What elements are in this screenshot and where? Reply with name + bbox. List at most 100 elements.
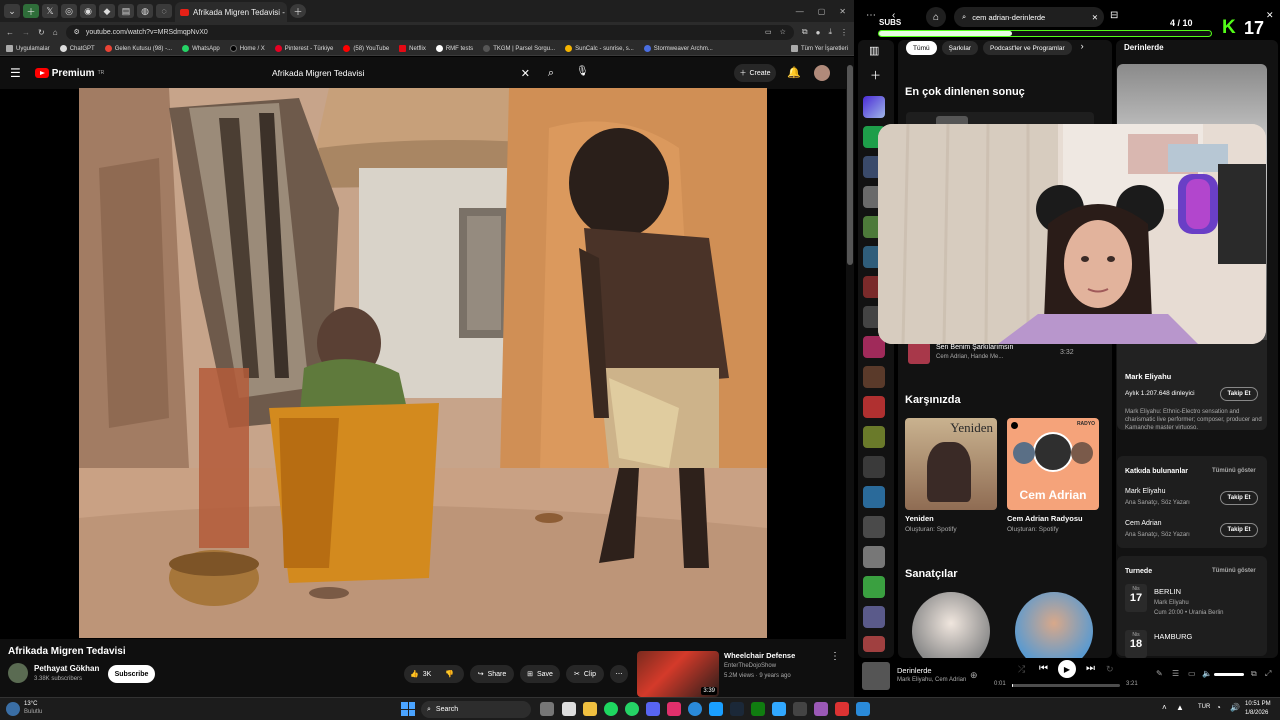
bookmark-item-7[interactable]: Netflix — [399, 45, 426, 52]
weather-temp[interactable]: 13°C — [24, 701, 37, 707]
site-info-icon[interactable]: ⚙ — [74, 28, 80, 36]
save-button[interactable]: ⊞ Save — [520, 665, 560, 683]
library-item-15[interactable] — [863, 546, 885, 568]
recommended-video-channel[interactable]: EnterTheDojoShow — [724, 663, 776, 669]
weather-desc[interactable]: Bulutlu — [24, 709, 42, 715]
lyrics-icon[interactable]: ✎ — [1156, 669, 1163, 678]
steam-taskbar-icon[interactable] — [730, 702, 744, 716]
bookmark-item-4[interactable]: Home / X — [229, 45, 265, 52]
taskbar-app-3[interactable] — [667, 702, 681, 716]
scrollbar-thumb[interactable] — [847, 65, 853, 265]
maximize-icon[interactable]: ▢ — [818, 7, 826, 16]
library-item-10[interactable] — [863, 396, 885, 418]
pinned-tab-6[interactable]: ▤ — [118, 4, 134, 18]
song-row-title[interactable]: Sen Benim Şarkılarımsın — [936, 344, 1013, 351]
file-explorer-icon[interactable] — [583, 702, 597, 716]
create-button[interactable]: ＋ Create — [734, 64, 776, 82]
library-item-17[interactable] — [863, 606, 885, 628]
new-tab-button[interactable]: ＋ — [290, 4, 306, 18]
account-avatar[interactable] — [814, 65, 830, 81]
credit-name-2[interactable]: Cem Adrian — [1125, 520, 1162, 527]
pinned-tab-3[interactable]: ◎ — [61, 4, 77, 18]
card-radio-title[interactable]: Cem Adrian Radyosu — [1007, 514, 1083, 523]
about-artist-name[interactable]: Mark Eliyahu — [1125, 372, 1171, 381]
clear-search-icon[interactable]: ✕ — [521, 67, 530, 80]
youtube-search-input[interactable]: Afrikada Migren Tedavisi ✕ ⌕ — [264, 62, 562, 84]
all-bookmarks-folder[interactable]: Tüm Yer İşaretleri — [790, 45, 848, 52]
bookmark-star-icon[interactable]: ☆ — [780, 28, 786, 36]
cast-icon[interactable]: ▭ — [765, 28, 772, 36]
home-icon[interactable]: ⌂ — [53, 28, 58, 37]
bookmark-item-9[interactable]: TKGM | Parsel Sorgu... — [483, 45, 555, 52]
now-playing-title[interactable]: Derinlerde — [897, 666, 932, 675]
taskbar-app-6[interactable] — [814, 702, 828, 716]
tour-city-1[interactable]: BERLIN — [1154, 587, 1181, 596]
chrome-menu-icon[interactable]: ⋮ — [840, 28, 848, 37]
follow-artist-button[interactable]: Takip Et — [1220, 387, 1258, 401]
bookmark-item-5[interactable]: Pinterest - Türkiye — [274, 45, 333, 52]
fullscreen-icon[interactable]: ⤢ — [1265, 669, 1271, 679]
library-item-16[interactable] — [863, 576, 885, 598]
playback-progress-bar[interactable] — [1012, 684, 1120, 687]
taskbar-app-2[interactable] — [562, 702, 576, 716]
taskbar-app-4[interactable] — [709, 702, 723, 716]
back-icon[interactable]: ← — [6, 28, 14, 37]
subscribe-button[interactable]: Subscribe — [108, 665, 155, 683]
now-playing-cover[interactable] — [862, 662, 890, 690]
extensions-icon[interactable]: ⧉ — [802, 27, 808, 37]
clock-date[interactable]: 1/8/2026 — [1245, 710, 1268, 716]
bookmark-item-3[interactable]: WhatsApp — [182, 45, 220, 52]
tab-youtube-active[interactable]: Afrikada Migren Tedavisi - 🔊 ✕ — [175, 2, 287, 22]
credit-follow-button-2[interactable]: Takip Et — [1220, 523, 1258, 537]
forward-icon[interactable]: → — [22, 28, 30, 37]
recommended-video-title[interactable]: Wheelchair Defense — [724, 651, 795, 660]
bookmark-item-11[interactable]: Stormweaver Archm... — [643, 45, 713, 52]
library-item-14[interactable] — [863, 516, 885, 538]
song-row-artists[interactable]: Cem Adrian, Hande Me... — [936, 354, 1003, 360]
repeat-icon[interactable]: ↻ — [1106, 664, 1114, 675]
taskbar-app-1[interactable] — [540, 702, 554, 716]
pinned-tab-8[interactable]: ◌ — [156, 4, 172, 18]
downloads-icon[interactable]: ⤓ — [828, 27, 832, 37]
bookmark-item-1[interactable]: ChatGPT — [59, 45, 95, 52]
video-frame[interactable] — [79, 88, 767, 638]
bookmark-item-8[interactable]: RMF tests — [435, 45, 473, 52]
credit-follow-button-1[interactable]: Takip Et — [1220, 491, 1258, 505]
discord-taskbar-icon[interactable] — [646, 702, 660, 716]
windows-start-icon[interactable] — [401, 702, 415, 716]
queue-icon[interactable]: ☰ — [1172, 669, 1179, 678]
volume-tray-icon[interactable]: 🔊 — [1230, 703, 1240, 712]
photoshop-taskbar-icon[interactable] — [772, 702, 786, 716]
pinned-tab-4[interactable]: ◉ — [80, 4, 96, 18]
bookmark-item-0[interactable]: Uygulamalar — [6, 45, 50, 52]
tray-network-icon[interactable]: ▲ — [1176, 703, 1184, 712]
credits-show-all[interactable]: Tümünü göster — [1212, 468, 1256, 474]
credit-name-1[interactable]: Mark Eliyahu — [1125, 488, 1165, 495]
now-playing-artists[interactable]: Mark Eliyahu, Cem Adrian — [897, 677, 966, 683]
bookmark-item-2[interactable]: Gelen Kutusu (98) -... — [104, 45, 172, 52]
artist-card-2[interactable] — [1015, 592, 1093, 658]
volume-icon[interactable]: 🔈 — [1202, 669, 1212, 678]
notifications-bell-icon[interactable]: 🔔 — [787, 66, 801, 79]
volume-slider[interactable] — [1214, 673, 1244, 676]
pinned-tab-7[interactable]: ◍ — [137, 4, 153, 18]
like-icon[interactable]: 👍 — [410, 670, 419, 678]
bookmark-item-10[interactable]: SunCalc - sunrise, s... — [565, 45, 634, 52]
add-to-library-icon[interactable]: ⊕ — [970, 670, 978, 681]
library-item-9[interactable] — [863, 366, 885, 388]
library-item-12[interactable] — [863, 456, 885, 478]
library-item-13[interactable] — [863, 486, 885, 508]
liked-songs-icon[interactable] — [863, 96, 885, 118]
create-playlist-icon[interactable]: ＋ — [870, 67, 881, 83]
card-radio-cover[interactable]: RADYO Cem Adrian — [1007, 418, 1099, 510]
chrome-taskbar-icon[interactable] — [688, 702, 702, 716]
library-item-11[interactable] — [863, 426, 885, 448]
tab-search-menu-icon[interactable]: ⌄ — [4, 4, 20, 18]
play-pause-button[interactable]: ▶ — [1058, 660, 1076, 678]
hamburger-menu-icon[interactable]: ☰ — [10, 66, 21, 80]
language-indicator[interactable]: TUR — [1198, 704, 1210, 710]
card-yeniden-cover[interactable]: Yeniden — [905, 418, 997, 510]
pinned-tab-5[interactable]: ◆ — [99, 4, 115, 18]
profile-icon[interactable]: ● — [816, 28, 821, 37]
recommended-video-thumbnail[interactable]: 3:39 — [637, 651, 719, 697]
